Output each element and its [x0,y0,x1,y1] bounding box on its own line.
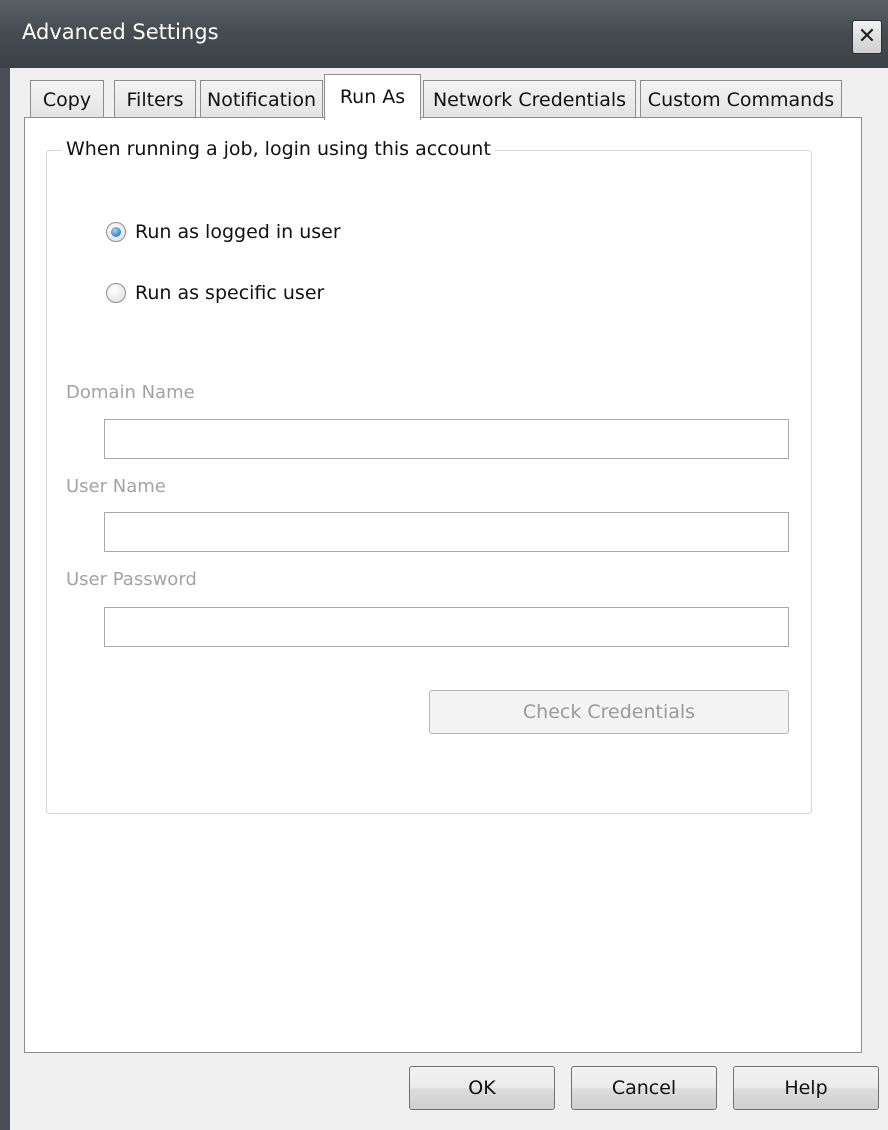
advanced-settings-window: Advanced Settings ✕ Copy Filters Notific… [0,0,888,1130]
tab-run-as-label: Run As [339,86,406,108]
radio-run-as-specific-user-label: Run as specific user [135,282,325,304]
user-name-label: User Name [66,476,166,497]
radio-run-as-logged-in-user-label: Run as logged in user [135,221,341,243]
close-button[interactable]: ✕ [852,20,882,54]
tab-notification[interactable]: Notification [200,80,323,118]
tab-notification-label: Notification [206,89,317,111]
tab-copy[interactable]: Copy [30,80,104,118]
radio-run-as-logged-in-user[interactable]: Run as logged in user [106,220,341,244]
tab-network-credentials-label: Network Credentials [432,89,627,111]
tab-copy-label: Copy [42,89,92,111]
ok-button[interactable]: OK [409,1066,555,1110]
cancel-button-label: Cancel [611,1077,677,1099]
domain-name-field[interactable] [104,419,789,459]
close-icon: ✕ [857,24,877,49]
groupbox-title: When running a job, login using this acc… [62,138,495,160]
radio-button-icon[interactable] [106,222,126,242]
tab-filters-label: Filters [126,89,184,111]
user-password-label: User Password [66,569,197,590]
radio-button-icon[interactable] [106,283,126,303]
check-credentials-label: Check Credentials [522,701,696,723]
title-bar[interactable]: Advanced Settings ✕ [0,0,888,68]
radio-run-as-specific-user[interactable]: Run as specific user [106,281,324,305]
tab-custom-commands[interactable]: Custom Commands [640,80,842,118]
tab-filters[interactable]: Filters [114,80,196,118]
tab-custom-commands-label: Custom Commands [647,89,835,111]
user-password-field[interactable] [104,607,789,647]
domain-name-label: Domain Name [66,382,195,403]
tab-run-as[interactable]: Run As [324,74,421,120]
help-button[interactable]: Help [733,1066,879,1110]
help-button-label: Help [784,1077,828,1099]
check-credentials-button[interactable]: Check Credentials [429,690,789,734]
window-title: Advanced Settings [22,20,219,44]
ok-button-label: OK [468,1077,496,1099]
cancel-button[interactable]: Cancel [571,1066,717,1110]
user-name-field[interactable] [104,512,789,552]
tab-network-credentials[interactable]: Network Credentials [423,80,636,118]
